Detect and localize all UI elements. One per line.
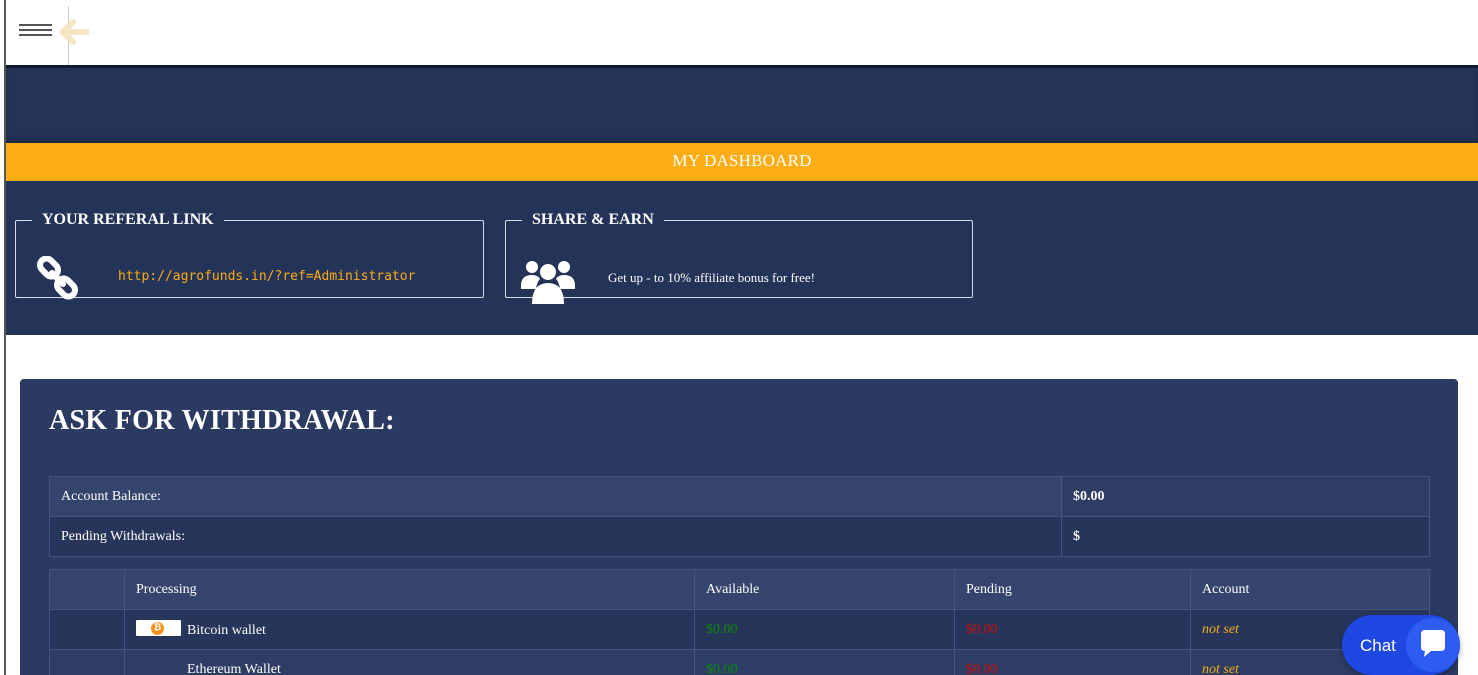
column-header-pending: Pending [954, 569, 1191, 610]
available-amount: $0.00 [694, 649, 955, 675]
share-text: Get up - to 10% affiliate bonus for free… [608, 270, 815, 285]
processor-cell: ₿ Bitcoin wallet [124, 609, 695, 650]
balance-row: Account Balance: $0.00 [49, 476, 1430, 517]
table-header-row: Processing Available Pending Account [49, 569, 1430, 610]
chat-label: Chat [1360, 636, 1396, 655]
row-select-cell[interactable] [49, 609, 125, 650]
chat-button[interactable]: Chat [1342, 615, 1460, 675]
page-title: MY DASHBOARD [6, 143, 1478, 181]
withdrawal-heading: ASK FOR WITHDRAWAL: [49, 405, 395, 436]
withdrawal-panel: ASK FOR WITHDRAWAL: Account Balance: $0.… [20, 379, 1458, 675]
users-group-icon [521, 261, 575, 304]
share-earn-box: SHARE & EARN Get up - to 10% affiliate b… [505, 211, 973, 304]
processor-cell: Ethereum Wallet [124, 649, 695, 675]
column-header-select [49, 569, 125, 610]
row-select-cell[interactable] [49, 649, 125, 675]
processor-name: Bitcoin wallet [187, 623, 266, 638]
column-header-processing: Processing [124, 569, 695, 610]
column-header-account: Account [1190, 569, 1430, 610]
chat-bubble-icon [1406, 618, 1460, 672]
referral-box: YOUR REFERAL LINK http://agrofunds.in/?r… [15, 211, 484, 300]
available-amount: $0.00 [694, 609, 955, 650]
pending-amount: $0.00 [954, 649, 1191, 675]
pending-row: Pending Withdrawals: $ [49, 516, 1430, 557]
balance-table: Account Balance: $0.00 Pending Withdrawa… [49, 476, 1430, 557]
header-band [6, 65, 1478, 143]
pending-amount: $0.00 [954, 609, 1191, 650]
table-row[interactable]: ₿ Bitcoin wallet $0.00 $0.00 not set [49, 609, 1430, 650]
referral-legend: YOUR REFERAL LINK [42, 211, 214, 228]
pending-value: $ [1061, 516, 1430, 557]
share-legend: SHARE & EARN [532, 211, 654, 228]
processing-table: Processing Available Pending Account ₿ Bi… [49, 569, 1430, 675]
column-header-available: Available [694, 569, 955, 610]
hamburger-icon[interactable] [19, 24, 53, 42]
link-icon [37, 256, 78, 300]
referral-link[interactable]: http://agrofunds.in/?ref=Administrator [118, 269, 415, 284]
bitcoin-icon: ₿ [136, 620, 181, 636]
top-bar [6, 0, 1478, 65]
pending-label: Pending Withdrawals: [49, 516, 1062, 557]
back-arrow-icon [60, 19, 89, 45]
balance-label: Account Balance: [49, 476, 1062, 517]
table-row[interactable]: Ethereum Wallet $0.00 $0.00 not set [49, 649, 1430, 675]
balance-value: $0.00 [1061, 476, 1430, 517]
processor-name: Ethereum Wallet [187, 661, 281, 675]
